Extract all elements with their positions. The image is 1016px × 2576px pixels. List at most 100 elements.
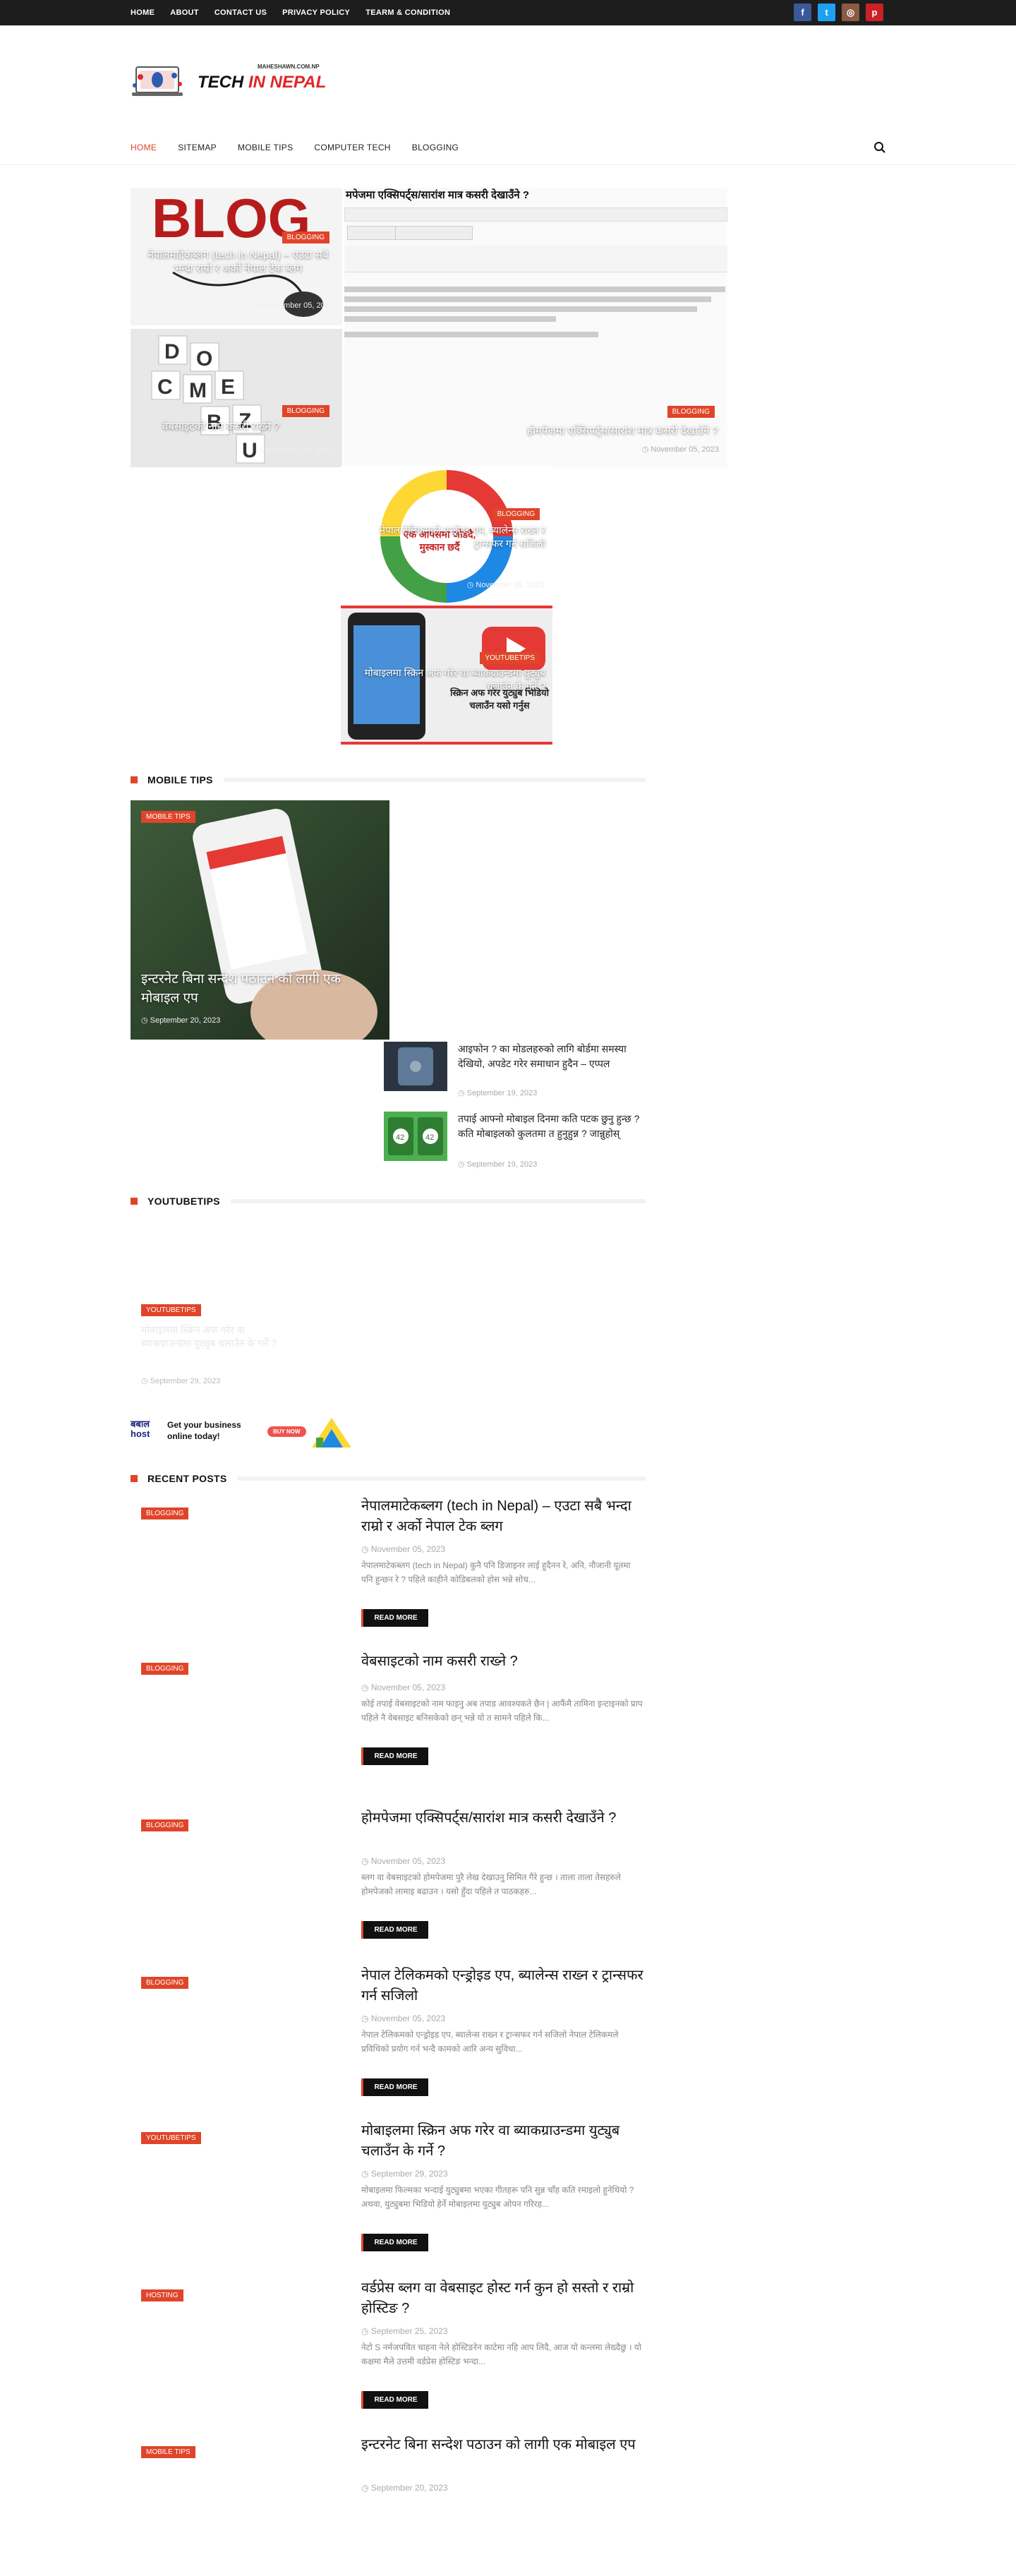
- featured-title[interactable]: नेपालमाटेकब्लग (tech in Nepal) – एउटा सब…: [145, 248, 332, 275]
- category-badge[interactable]: BLOGGING: [141, 1663, 189, 1675]
- side-post[interactable]: 42 42 तपाई आफ्नो मोबाइल दिनमा कति पटक छुन…: [384, 1112, 648, 1169]
- svg-text:D: D: [164, 340, 180, 363]
- facebook-icon[interactable]: f: [794, 4, 811, 21]
- post-date: ◷ September 25, 2023: [361, 2326, 448, 2336]
- side-post-title[interactable]: तपाई आफ्नो मोबाइल दिनमा कति पटक छुनु हुन…: [458, 1112, 648, 1141]
- side-post-title[interactable]: आइफोन ? का मोडलहरुको लागि बोर्डमा समस्या…: [458, 1042, 648, 1071]
- read-more-button[interactable]: READ MORE: [361, 2391, 428, 2409]
- featured-tile[interactable]: D O C M E B Z U BLOGGING वेबसाइटको नाम क…: [131, 329, 342, 467]
- topnav-privacy[interactable]: PRIVACY POLICY: [282, 8, 350, 17]
- post-title[interactable]: इन्टरनेट बिना सन्देश पठाउन को लागी एक मो…: [361, 2435, 643, 2455]
- read-more-button[interactable]: READ MORE: [361, 1609, 428, 1627]
- post-title[interactable]: वर्डप्रेस ब्लग वा वेबसाइट होस्ट गर्न कुन…: [361, 2278, 643, 2319]
- side-post[interactable]: आइफोन ? का मोडलहरुको लागि बोर्डमा समस्या…: [384, 1042, 645, 1098]
- recent-post: BLOGGING नेपाल टेलिकमको एन्ड्रोइड एप, ब्य…: [131, 1966, 646, 2107]
- post-title[interactable]: नेपालमाटेकब्लग (tech in Nepal) – एउटा सब…: [361, 1496, 643, 1537]
- featured-date: ◷ November 05, 2023: [641, 445, 719, 454]
- topnav-contact[interactable]: CONTACT US: [214, 8, 267, 17]
- category-badge[interactable]: BLOGGING: [141, 1819, 189, 1831]
- category-badge[interactable]: BLOGGING: [667, 406, 715, 418]
- nav-blogging[interactable]: BLOGGING: [412, 143, 459, 152]
- read-more-button[interactable]: READ MORE: [361, 2078, 428, 2096]
- ad-buy-button[interactable]: BUY NOW: [267, 1426, 306, 1437]
- category-badge[interactable]: BLOGGING: [282, 231, 329, 243]
- featured-date: ◷ November 05, 2023: [256, 301, 334, 310]
- side-post-date: ◷ September 19, 2023: [458, 1089, 538, 1097]
- nav-home[interactable]: HOME: [131, 143, 157, 152]
- ad-brand: बबाल host: [131, 1419, 150, 1439]
- screenshot-heading: मपेजमा एक्सिपर्ट्स/सारांश मात्र कसरी देख…: [346, 189, 529, 201]
- section-heading-youtubetips: YOUTUBETIPS: [131, 1196, 646, 1207]
- youtubetips-main-post[interactable]: YOUTUBETIPS मोबाइलमा स्क्रिन अफ गरेर वा …: [131, 1214, 296, 1394]
- post-excerpt: नेपालमाटेकब्लग (tech in Nepal) कुनै पनि …: [361, 1560, 631, 1584]
- topnav-home[interactable]: HOME: [131, 8, 155, 17]
- read-more-button[interactable]: READ MORE: [361, 1921, 428, 1939]
- post-title[interactable]: वेबसाइटको नाम कसरी राख्ने ?: [361, 1651, 643, 1672]
- topnav-terms[interactable]: TEARM & CONDITION: [365, 8, 450, 17]
- pinterest-icon[interactable]: p: [866, 4, 883, 21]
- recent-post: BLOGGING नेपालमाटेकब्लग (tech in Nepal) –…: [131, 1496, 646, 1637]
- mobile-tips-main-post[interactable]: MOBILE TIPS इन्टरनेट बिना सन्देश पठाउन क…: [131, 800, 389, 1040]
- nav-divider: [0, 164, 1016, 165]
- post-excerpt: मोबाइलमा फिल्मका भन्दाई युट्युबमा भएका ग…: [361, 2185, 634, 2209]
- recent-post: YOUTUBETIPS मोबाइलमा स्क्रिन अफ गरेर वा ब…: [131, 2121, 646, 2262]
- category-badge[interactable]: HOSTING: [141, 2289, 183, 2301]
- category-badge[interactable]: YOUTUBETIPS: [141, 2132, 201, 2144]
- main-nav: HOME SITEMAP MOBILE TIPS COMPUTER TECH B…: [131, 140, 459, 155]
- category-badge[interactable]: BLOGGING: [492, 508, 540, 520]
- post-title[interactable]: होमपेजमा एक्सिपर्ट्स/सारांश मात्र कसरी द…: [361, 1808, 643, 1829]
- section-heading-recent-posts: RECENT POSTS: [131, 1473, 646, 1484]
- post-date: ◷ September 20, 2023: [361, 2483, 448, 2493]
- category-badge[interactable]: BLOGGING: [282, 405, 329, 417]
- instagram-icon[interactable]: ◎: [842, 4, 859, 21]
- svg-text:U: U: [242, 439, 258, 462]
- post-title[interactable]: मोबाइलमा स्क्रिन अफ गरेर वा ब्याकग्राउन्…: [141, 1323, 289, 1350]
- post-title[interactable]: मोबाइलमा स्क्रिन अफ गरेर वा ब्याकग्राउन्…: [361, 2121, 643, 2162]
- nav-mobile-tips[interactable]: MOBILE TIPS: [238, 143, 293, 152]
- site-logo[interactable]: MAHESHAWN.COM.NP TECH IN NEPAL: [131, 60, 326, 102]
- category-badge[interactable]: MOBILE TIPS: [141, 811, 195, 823]
- logo-laptop-icon: [132, 66, 183, 96]
- ad-text: Get your business online today!: [167, 1420, 241, 1441]
- search-icon[interactable]: [873, 141, 886, 154]
- side-post-date: ◷ September 19, 2023: [458, 1160, 538, 1169]
- post-excerpt: ब्लग वा वेबसाइटको होमपेजमा पुरै लेख देखा…: [361, 1872, 621, 1896]
- featured-tile[interactable]: स्क्रिन अफ गरेर युट्युब भिडियो चलाउँन यस…: [341, 606, 552, 745]
- ad-graphic-icon: [312, 1418, 351, 1448]
- svg-text:42: 42: [396, 1133, 404, 1142]
- top-bar: HOME ABOUT CONTACT US PRIVACY POLICY TEA…: [0, 0, 1016, 25]
- twitter-icon[interactable]: t: [818, 4, 835, 21]
- post-thumbnail: [384, 1042, 447, 1091]
- topnav-about[interactable]: ABOUT: [170, 8, 199, 17]
- category-badge[interactable]: YOUTUBETIPS: [480, 652, 540, 664]
- post-title[interactable]: नेपाल टेलिकमको एन्ड्रोइड एप, ब्यालेन्स र…: [361, 1966, 643, 2006]
- logo-text: TECH IN NEPAL: [198, 73, 327, 92]
- post-excerpt: नेटो S नर्मजपवित चाहना नेले होस्टिङरेन क…: [361, 2342, 641, 2366]
- svg-text:C: C: [157, 375, 173, 399]
- recent-post: BLOGGING वेबसाइटको नाम कसरी राख्ने ? ◷ Nov…: [131, 1651, 646, 1793]
- section-heading-mobile-tips: MOBILE TIPS: [131, 774, 646, 786]
- category-badge[interactable]: BLOGGING: [141, 1977, 189, 1989]
- featured-tile[interactable]: मपेजमा एक्सिपर्ट्स/सारांश मात्र कसरी देख…: [344, 188, 727, 467]
- ad-banner[interactable]: बबाल host Get your business online today!…: [131, 1415, 356, 1450]
- featured-tile[interactable]: एक आपसमा जोडदै, मुस्कान छर्दै BLOGGING न…: [341, 466, 552, 605]
- nav-computer-tech[interactable]: COMPUTER TECH: [314, 143, 390, 152]
- nav-sitemap[interactable]: SITEMAP: [178, 143, 217, 152]
- recent-post: HOSTING वर्डप्रेस ब्लग वा वेबसाइट होस्ट ग…: [131, 2278, 646, 2419]
- read-more-button[interactable]: READ MORE: [361, 1747, 428, 1765]
- post-date: ◷ September 29, 2023: [361, 2169, 448, 2179]
- recent-post: BLOGGING होमपेजमा एक्सिपर्ट्स/सारांश मात्…: [131, 1808, 646, 1949]
- category-badge[interactable]: MOBILE TIPS: [141, 2446, 195, 2458]
- featured-title[interactable]: मोबाइलमा स्क्रिन अफ गरेर वा ब्याकग्राउन्…: [355, 666, 545, 693]
- featured-tile[interactable]: BLOG BLOGGING नेपालमाटेकब्लग (tech in Ne…: [131, 188, 342, 325]
- featured-title[interactable]: वेबसाइटको नाम कसरी राख्ने ?: [162, 419, 325, 434]
- svg-text:42: 42: [425, 1133, 434, 1142]
- featured-title[interactable]: नेपाल टेलिकमको एन्ड्रोइड एप, ब्यालेन्स र…: [355, 524, 545, 550]
- read-more-button[interactable]: READ MORE: [361, 2234, 428, 2251]
- featured-title[interactable]: होमपेजमा एक्सिपर्ट्स/सारांश मात्र कसरी द…: [457, 423, 718, 438]
- post-title[interactable]: इन्टरनेट बिना सन्देश पठाउन को लागी एक मो…: [141, 970, 381, 1008]
- post-excerpt: कोई तपाई वेबसाइटको नाम फाइनु अब तपाड आवश…: [361, 1699, 643, 1723]
- category-badge[interactable]: BLOGGING: [141, 1507, 189, 1519]
- svg-text:O: O: [196, 347, 212, 371]
- category-badge[interactable]: YOUTUBETIPS: [141, 1304, 201, 1316]
